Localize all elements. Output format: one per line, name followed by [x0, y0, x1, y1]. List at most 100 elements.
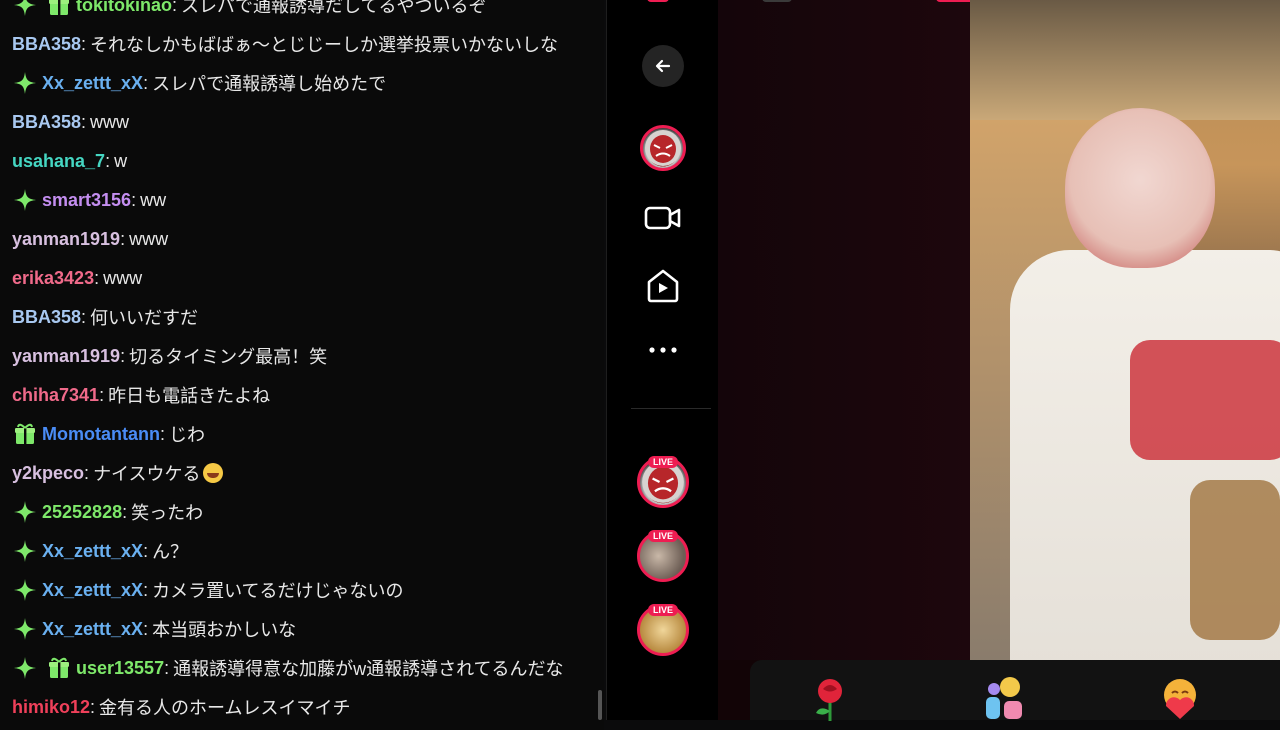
- chat-username[interactable]: usahana_7: [12, 151, 105, 172]
- chat-separator: :: [172, 0, 178, 15]
- play-home-icon: [647, 269, 679, 303]
- chat-text: 通報誘導得意な加藤がw通報誘導されてるんだな: [173, 659, 564, 679]
- sparkle-badge-icon: [12, 187, 38, 213]
- chat-username[interactable]: yanman1919: [12, 229, 120, 250]
- sparkle-badge-icon: [12, 577, 38, 603]
- chat-message: BBA358: 何いいだすだ: [12, 302, 594, 332]
- chat-text: カメラ置いてるだけじゃないの: [152, 581, 404, 601]
- explore-button[interactable]: [643, 266, 683, 306]
- chat-username[interactable]: smart3156: [42, 190, 131, 211]
- chat-text: 何いいだすだ: [90, 308, 199, 328]
- chat-message: yanman1919: 切るタイミング最高！笑: [12, 341, 594, 371]
- sparkle-badge-icon: [12, 538, 38, 564]
- chat-text: スレパで通報誘導し始めたで: [152, 74, 387, 94]
- live-avatar-1[interactable]: LIVE: [637, 456, 689, 508]
- chat-username[interactable]: user13557: [76, 658, 164, 679]
- gift-bar: [750, 660, 1280, 721]
- chat-text: 本当頭おかしいな: [152, 620, 297, 640]
- back-arrow-icon: [655, 59, 671, 73]
- video-button[interactable]: [643, 200, 683, 236]
- chat-username[interactable]: Xx_zettt_xX: [42, 580, 143, 601]
- chat-message: usahana_7: w: [12, 146, 594, 176]
- chat-text: w: [114, 150, 128, 171]
- sparkle-badge-icon: [12, 616, 38, 642]
- chat-message: Xx_zettt_xX: ん？: [12, 536, 594, 566]
- sparkle-badge-icon: [12, 70, 38, 96]
- profile-avatar[interactable]: [640, 125, 686, 171]
- number-gift-button[interactable]: [978, 674, 1030, 724]
- chat-text: 笑ったわ: [131, 503, 204, 523]
- chat-panel[interactable]: tokitokinao: スレパで通報誘導だしてるやついるぞ BBA358: それなし…: [0, 0, 604, 730]
- chat-message: BBA358: それなしかもばばぁ〜とじじーしか選挙投票いかないしな: [12, 29, 594, 59]
- rofl-emoji-icon: [202, 463, 223, 483]
- chat-username[interactable]: yanman1919: [12, 346, 120, 367]
- video-scene: [1190, 480, 1280, 640]
- chat-separator: :: [120, 345, 126, 366]
- chat-username[interactable]: 25252828: [42, 502, 122, 523]
- chat-separator: :: [143, 579, 149, 600]
- chat-scrollbar[interactable]: [598, 690, 602, 720]
- chat-separator: :: [105, 150, 111, 171]
- chat-message: y2kpeco: ナイスウケる: [12, 458, 594, 488]
- video-stream[interactable]: [970, 0, 1280, 660]
- video-scene: [1065, 108, 1215, 268]
- live-avatar-3[interactable]: LIVE: [637, 604, 689, 656]
- live-video-area[interactable]: [718, 0, 1280, 720]
- chat-message: 25252828: 笑ったわ: [12, 497, 594, 527]
- chat-separator: :: [143, 72, 149, 93]
- top-control-fragment: [762, 0, 792, 2]
- chat-text: www: [103, 267, 143, 288]
- chat-username[interactable]: BBA358: [12, 34, 81, 55]
- more-button[interactable]: [643, 338, 683, 362]
- chat-username[interactable]: himiko12: [12, 697, 90, 718]
- chat-username[interactable]: Xx_zettt_xX: [42, 73, 143, 94]
- chat-message: Xx_zettt_xX: カメラ置いてるだけじゃないの: [12, 575, 594, 605]
- chat-separator: :: [99, 384, 105, 405]
- live-badge: LIVE: [647, 530, 679, 542]
- live-badge: LIVE: [647, 604, 679, 616]
- chat-message: Xx_zettt_xX: スレパで通報誘導し始めたで: [12, 68, 594, 98]
- chat-username[interactable]: BBA358: [12, 112, 81, 133]
- live-avatar-2[interactable]: LIVE: [637, 530, 689, 582]
- chat-text: 昨日も電話きたよね: [108, 386, 271, 406]
- gift-badge-icon: [12, 421, 38, 447]
- chat-username[interactable]: Momotantann: [42, 424, 160, 445]
- chat-message: chiha7341: 昨日も電話きたよね: [12, 380, 594, 410]
- chat-message: himiko12: 金有る人のホームレスイマイチ: [12, 692, 594, 722]
- chat-separator: :: [120, 228, 126, 249]
- nav-divider: [631, 408, 711, 409]
- chat-username[interactable]: tokitokinao: [76, 0, 172, 16]
- video-camera-icon: [644, 206, 681, 230]
- chat-username[interactable]: BBA358: [12, 307, 81, 328]
- chat-text: www: [90, 111, 130, 132]
- back-button[interactable]: [642, 45, 684, 87]
- sparkle-badge-icon: [12, 0, 38, 18]
- top-avatar-fragment: [647, 0, 669, 2]
- chat-message: erika3423: www: [12, 263, 594, 293]
- chat-username[interactable]: y2kpeco: [12, 463, 84, 484]
- gift-badge-icon: [46, 655, 72, 681]
- chat-message: yanman1919: www: [12, 224, 594, 254]
- chat-username[interactable]: Xx_zettt_xX: [42, 541, 143, 562]
- chat-separator: :: [81, 111, 87, 132]
- chat-separator: :: [164, 657, 170, 678]
- chat-separator: :: [81, 33, 87, 54]
- mask-avatar-icon: [645, 130, 681, 166]
- chat-message: user13557: 通報誘導得意な加藤がw通報誘導されてるんだな: [12, 653, 594, 683]
- chat-separator: :: [94, 267, 100, 288]
- chat-text: www: [129, 228, 169, 249]
- chat-text: ナイスウケる: [93, 464, 201, 484]
- chat-separator: :: [122, 501, 128, 522]
- chat-separator: :: [143, 618, 149, 639]
- chat-message: Xx_zettt_xX: 本当頭おかしいな: [12, 614, 594, 644]
- chat-username[interactable]: Xx_zettt_xX: [42, 619, 143, 640]
- chat-username[interactable]: chiha7341: [12, 385, 99, 406]
- rose-gift-button[interactable]: [804, 674, 856, 724]
- sparkle-badge-icon: [12, 655, 38, 681]
- heart-face-gift-button[interactable]: [1154, 674, 1206, 724]
- chat-separator: :: [84, 462, 90, 483]
- chat-username[interactable]: erika3423: [12, 268, 94, 289]
- chat-message: smart3156: ww: [12, 185, 594, 215]
- chat-text: 金有る人のホームレスイマイチ: [99, 698, 351, 718]
- chat-separator: :: [131, 189, 137, 210]
